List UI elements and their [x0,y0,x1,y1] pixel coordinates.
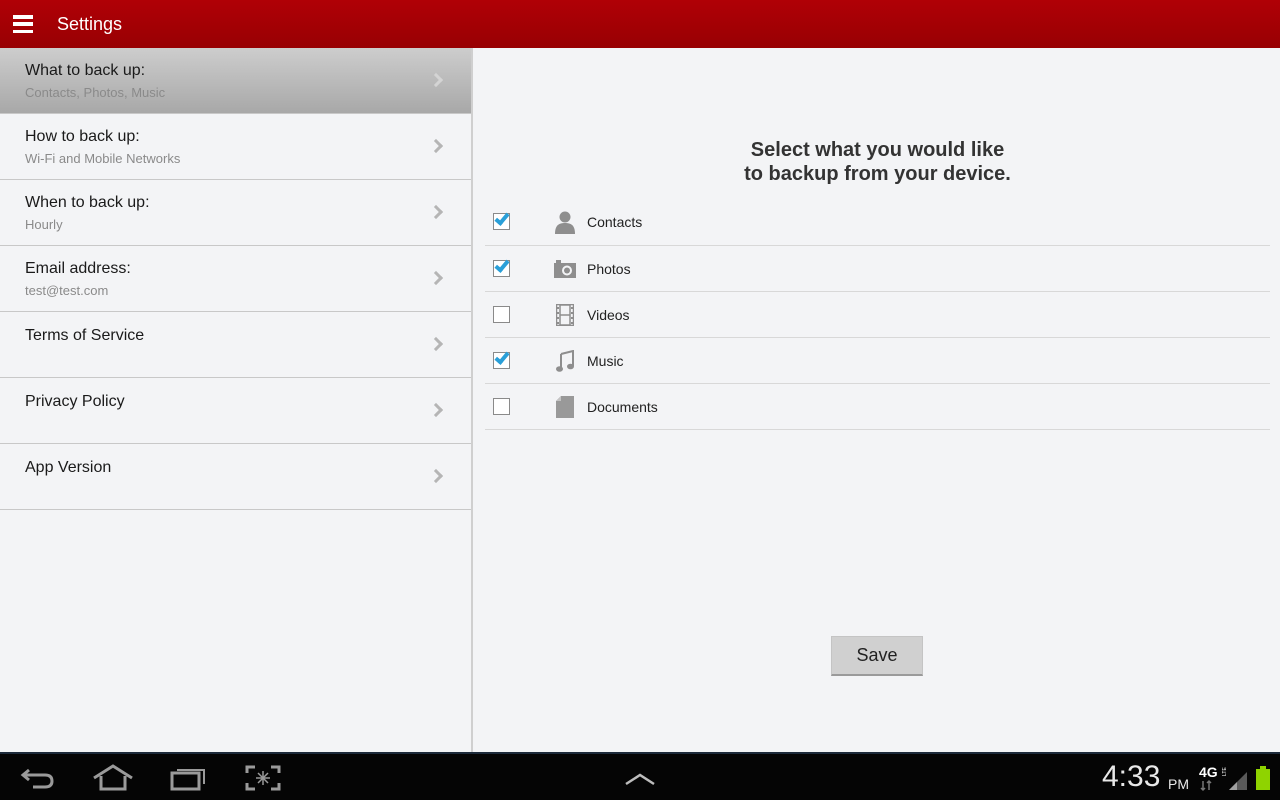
backup-options-list: Contacts Photos Videos Music Documents [485,198,1270,430]
sidebar-item-how-to-back-up[interactable]: How to back up: Wi-Fi and Mobile Network… [0,114,471,180]
sidebar-item-app-version[interactable]: App Version [0,444,471,510]
sidebar-item-title: How to back up: [25,128,140,145]
music-note-icon [553,349,577,373]
back-icon[interactable] [19,762,59,794]
chevron-up-icon[interactable] [620,762,660,794]
system-navigation-bar: 4:33 PM 4G LTE [0,752,1280,800]
panel-heading: Select what you would like to backup fro… [475,138,1280,186]
documents-checkbox[interactable] [493,398,510,415]
option-videos[interactable]: Videos [485,292,1270,338]
recent-apps-icon[interactable] [168,762,208,794]
sidebar-item-title: App Version [25,459,112,476]
sidebar-item-subtitle: Wi-Fi and Mobile Networks [25,151,181,166]
document-icon [553,395,577,419]
option-label: Contacts [587,213,643,230]
sidebar-item-privacy-policy[interactable]: Privacy Policy [0,378,471,444]
sidebar-item-subtitle: Hourly [25,217,63,232]
heading-line-1: Select what you would like [750,139,1005,161]
contacts-checkbox[interactable] [493,210,510,230]
chevron-right-icon [428,468,444,484]
option-contacts[interactable]: Contacts [485,198,1270,246]
sidebar-item-title: What to back up: [25,62,146,79]
backup-selection-panel: Select what you would like to backup fro… [475,48,1280,752]
sidebar-item-title: Email address: [25,260,131,277]
svg-text:4G: 4G [1199,764,1218,780]
chevron-right-icon [428,72,444,88]
heading-line-2: to backup from your device. [744,163,1011,185]
sidebar-item-terms-of-service[interactable]: Terms of Service [0,312,471,378]
action-bar: Settings [0,0,1280,48]
camera-icon [553,257,577,281]
battery-icon [1256,766,1272,792]
sidebar-item-title: Terms of Service [25,327,145,344]
chevron-right-icon [428,336,444,352]
option-music[interactable]: Music [485,338,1270,384]
screenshot-icon[interactable] [243,762,283,794]
option-label: Music [587,352,624,369]
sidebar-item-when-to-back-up[interactable]: When to back up: Hourly [0,180,471,246]
option-label: Videos [587,306,630,323]
photos-checkbox[interactable] [493,257,510,277]
option-documents[interactable]: Documents [485,384,1270,430]
chevron-right-icon [428,138,444,154]
sidebar-item-title: When to back up: [25,194,150,211]
sidebar-item-email-address[interactable]: Email address: test@test.com [0,246,471,312]
home-icon[interactable] [92,762,133,794]
save-button[interactable]: Save [831,636,923,676]
hamburger-menu-icon[interactable] [13,15,33,33]
settings-sidebar: What to back up: Contacts, Photos, Music… [0,48,473,752]
sidebar-item-title: Privacy Policy [25,393,125,410]
option-photos[interactable]: Photos [485,246,1270,292]
clock-ampm: PM [1168,776,1189,792]
option-label: Photos [587,260,631,277]
sidebar-item-subtitle: Contacts, Photos, Music [25,85,166,100]
film-icon [553,303,577,327]
chevron-right-icon [428,270,444,286]
music-checkbox[interactable] [493,349,510,369]
option-label: Documents [587,398,658,415]
chevron-right-icon [428,204,444,220]
network-4g-lte-icon: 4G LTE [1199,764,1228,794]
signal-strength-icon [1227,770,1249,790]
app-title: Settings [57,13,123,34]
clock-time: 4:33 [1102,760,1161,793]
person-icon [553,210,577,234]
sidebar-item-what-to-back-up[interactable]: What to back up: Contacts, Photos, Music [0,48,471,114]
chevron-right-icon [428,402,444,418]
sidebar-item-subtitle: test@test.com [25,283,109,298]
videos-checkbox[interactable] [493,306,510,323]
